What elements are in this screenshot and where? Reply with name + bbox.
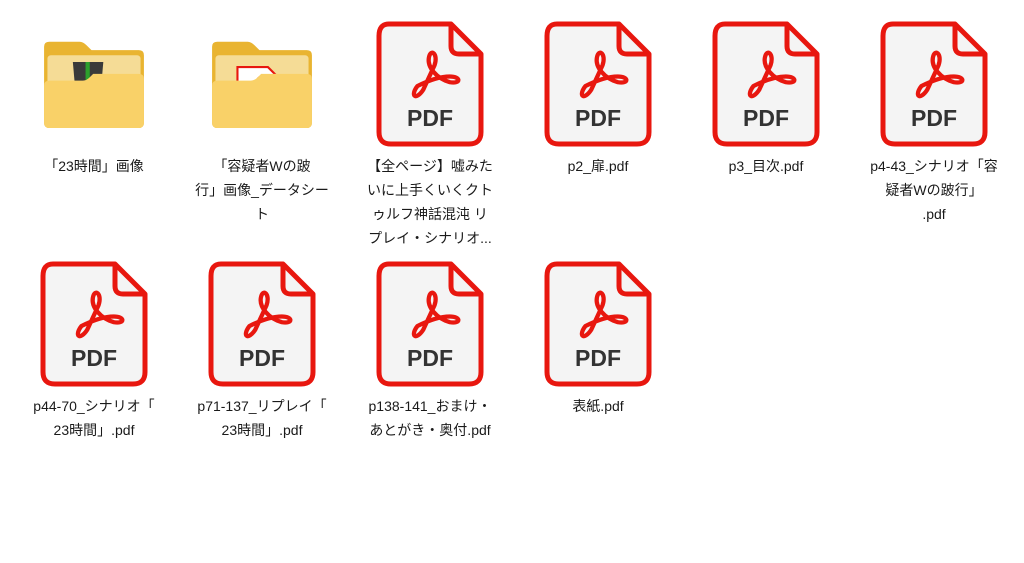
pdf-file-item[interactable]: PDF p3_目次.pdf [691,20,841,178]
file-name-line: p3_目次.pdf [728,158,804,174]
file-name-label: p44-70_シナリオ「 23時間」.pdf [19,394,169,442]
folder-item[interactable]: 「容疑者Wの跛行」画像_データシート [187,20,337,226]
file-name-line: 「23時間」画像 [44,158,144,174]
file-name-line: p2_扉.pdf [567,158,629,174]
file-name-line: p71-137_リプレイ「 [197,398,327,414]
file-name-label: p138-141_おまけ・ あとがき・奥付.pdf [355,394,505,442]
file-name-line: .pdf [922,206,946,222]
file-name-line: p44-70_シナリオ「 [33,398,155,414]
file-name-line: p138-141_おまけ・ [368,398,492,414]
pdf-file-icon: PDF [376,261,484,387]
file-name-label: 「23時間」画像 [19,154,169,178]
file-name-label: p71-137_リプレイ「 23時間」.pdf [187,394,337,442]
file-name-line: 23時間」.pdf [53,422,135,438]
file-name-label: p2_扉.pdf [523,154,673,178]
pdf-file-icon: PDF [544,261,652,387]
file-name-line: 「容疑者Wの跛 [213,158,311,174]
pdf-file-item[interactable]: PDF p2_扉.pdf [523,20,673,178]
file-name-line: 疑者Wの跛行」 [885,182,983,198]
file-name-line: ゥルフ神話混沌 リ [372,206,488,222]
pdf-file-item[interactable]: PDF p4-43_シナリオ「容 疑者Wの跛行」 .pdf [859,20,1009,226]
file-name-line: あとがき・奥付.pdf [369,422,491,438]
file-name-label: 表紙.pdf [523,394,673,418]
pdf-file-icon: PDF [40,261,148,387]
file-name-line: 表紙.pdf [572,398,624,414]
pdf-file-icon: PDF [712,21,820,147]
pdf-file-item[interactable]: PDF 表紙.pdf [523,260,673,418]
pdf-file-icon: PDF [880,21,988,147]
pdf-badge-text: PDF [911,105,957,131]
pdf-badge-text: PDF [743,105,789,131]
file-name-line: いに上手くいくクト [367,182,493,198]
pdf-file-icon: PDF [208,261,316,387]
pdf-badge-text: PDF [239,345,285,371]
file-name-label: 【全ページ】嘘みた いに上手くいくクト ゥルフ神話混沌 リプレイ・シナリオ... [355,154,505,250]
pdf-file-item[interactable]: PDF p71-137_リプレイ「 23時間」.pdf [187,260,337,442]
file-name-label: 「容疑者Wの跛行」画像_データシート [187,154,337,226]
pdf-file-item[interactable]: PDF p44-70_シナリオ「 23時間」.pdf [19,260,169,442]
folder-icon [44,41,144,128]
pdf-badge-text: PDF [71,345,117,371]
pdf-file-item[interactable]: PDF 【全ページ】嘘みた いに上手くいくクト ゥルフ神話混沌 リプレイ・シナリオ.… [355,20,505,250]
pdf-file-icon: PDF [544,21,652,147]
folder-icon [212,41,312,128]
file-name-line: 23時間」.pdf [221,422,303,438]
file-name-label: p3_目次.pdf [691,154,841,178]
pdf-badge-text: PDF [575,105,621,131]
pdf-badge-text: PDF [407,105,453,131]
pdf-file-icon: PDF [376,21,484,147]
file-name-line: p4-43_シナリオ「容 [870,158,998,174]
folder-item[interactable]: 「23時間」画像 [19,20,169,178]
file-name-line: プレイ・シナリオ... [368,230,492,246]
file-name-line: 【全ページ】嘘みた [367,158,493,174]
file-name-label: p4-43_シナリオ「容 疑者Wの跛行」 .pdf [859,154,1009,226]
pdf-file-item[interactable]: PDF p138-141_おまけ・ あとがき・奥付.pdf [355,260,505,442]
pdf-badge-text: PDF [575,345,621,371]
file-name-line: 行」画像_データシー [195,182,329,198]
file-name-line: ト [255,206,269,222]
pdf-badge-text: PDF [407,345,453,371]
